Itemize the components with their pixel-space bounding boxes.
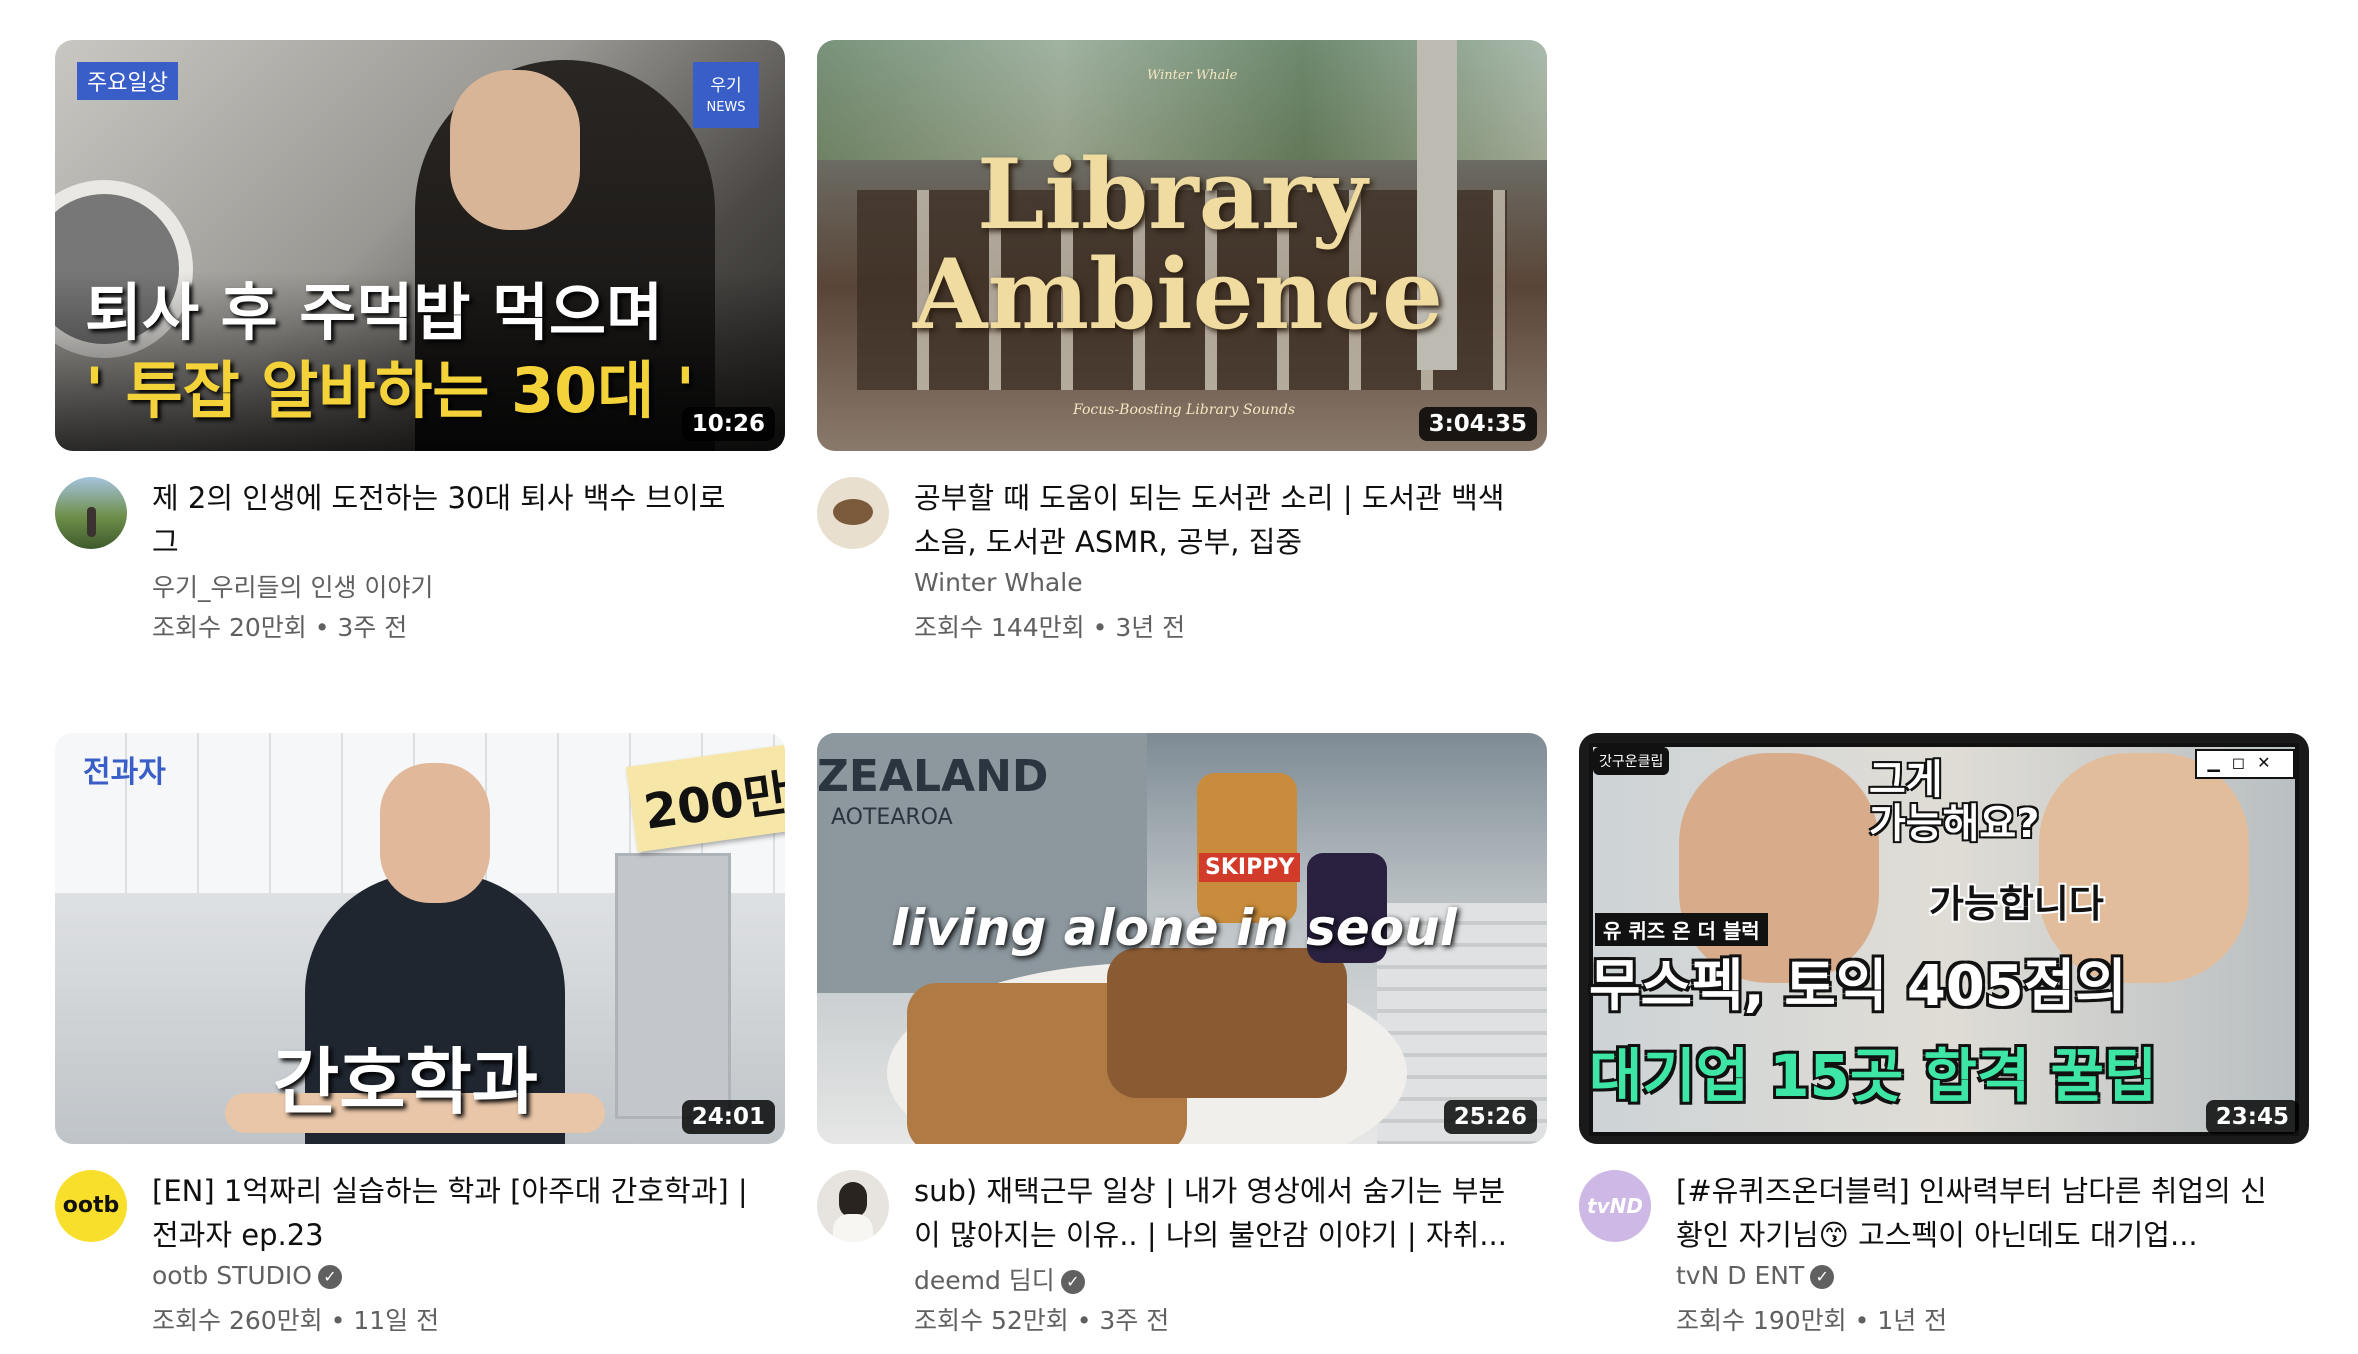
channel-name[interactable]: Winter Whale	[914, 568, 1083, 597]
channel-name[interactable]: 우기_우리들의 인생 이야기	[152, 568, 433, 604]
channel-avatar[interactable]: tvND	[1579, 1170, 1651, 1242]
video-thumbnail[interactable]: ZEALAND AOTEAROA SKIPPY living alone in …	[817, 733, 1547, 1144]
thumbnail-headline: 간호학과	[273, 1040, 538, 1124]
view-count: 조회수 52만회	[914, 1306, 1069, 1335]
show-logo: 전과자	[83, 755, 166, 790]
thumbnail-headline: Library	[977, 138, 1368, 251]
upload-age: 3년 전	[1115, 613, 1186, 642]
view-count: 조회수 144만회	[914, 613, 1085, 642]
video-title[interactable]: 제 2의 인생에 도전하는 30대 퇴사 백수 브이로그	[152, 476, 752, 564]
video-duration: 24:01	[681, 1100, 775, 1134]
video-title[interactable]: [#유퀴즈온더블럭] 인싸력부터 남다른 취업의 신 황인 자기님😙 고스펙이 …	[1676, 1169, 2276, 1257]
video-thumbnail[interactable]: Winter Whale Library Ambience Focus-Boos…	[817, 40, 1547, 451]
view-count: 조회수 190만회	[1676, 1306, 1847, 1335]
thumbnail-headline: 무스펙, 토익 405점의	[1589, 954, 2127, 1019]
avatar-whale	[833, 499, 873, 525]
person-face	[450, 70, 580, 230]
answer-text: 가능합니다	[1929, 882, 2104, 926]
channel-avatar[interactable]	[55, 477, 127, 549]
upload-age: 3주 전	[337, 613, 408, 642]
thumbnail-subheadline: 대기업 15곳 합격 꿀팁	[1589, 1042, 2158, 1110]
video-meta: 조회수 260만회 • 11일 전	[152, 1306, 440, 1335]
clip-badge: 갓구운클립	[1593, 747, 1670, 775]
channel-name[interactable]: tvN D ENT ✓	[1676, 1261, 1835, 1290]
channel-avatar[interactable]	[817, 1170, 889, 1242]
channel-logo: 우기 NEWS	[693, 62, 759, 128]
shirt-print: ZEALAND	[817, 751, 1049, 802]
video-duration: 23:45	[2205, 1100, 2299, 1134]
upload-age: 3주 전	[1099, 1306, 1170, 1335]
video-meta: 조회수 190만회 • 1년 전	[1676, 1306, 1948, 1335]
thumbnail-subheadline: Ambience	[913, 238, 1444, 351]
channel-name[interactable]: deemd 딤디 ✓	[914, 1261, 1085, 1297]
video-duration: 10:26	[681, 407, 775, 441]
video-meta: 조회수 144만회 • 3년 전	[914, 613, 1186, 642]
person-face	[380, 763, 490, 903]
thumbnail-caption: Focus-Boosting Library Sounds	[1073, 402, 1296, 418]
thumbnail-headline: living alone in seoul	[891, 899, 1457, 957]
category-badge: 주요일상	[77, 62, 178, 100]
thumbnail-subheadline: ' 투잡 알바하는 30대 '	[85, 354, 695, 427]
video-title[interactable]: sub) 재택근무 일상 | 내가 영상에서 숨기는 부분이 많아지는 이유..…	[914, 1169, 1514, 1257]
door	[615, 853, 731, 1119]
jar-label: SKIPPY	[1199, 853, 1301, 882]
thumbnail-watermark: Winter Whale	[1147, 68, 1238, 83]
avatar-face	[839, 1182, 867, 1218]
channel-name[interactable]: ootb STUDIO ✓	[152, 1261, 342, 1290]
avatar-person	[87, 507, 96, 537]
video-meta: 조회수 52만회 • 3주 전	[914, 1306, 1170, 1335]
window-controls: ▁◻✕	[2195, 749, 2295, 779]
video-title[interactable]: 공부할 때 도움이 되는 도서관 소리 | 도서관 백색소음, 도서관 ASMR…	[914, 476, 1514, 564]
shirt-print-sub: AOTEAROA	[831, 805, 953, 830]
video-meta: 조회수 20만회 • 3주 전	[152, 613, 408, 642]
video-thumbnail[interactable]: 주요일상 우기 NEWS 퇴사 후 주먹밥 먹으며 ' 투잡 알바하는 30대 …	[55, 40, 785, 451]
verified-check-icon: ✓	[1060, 1270, 1085, 1294]
thumbnail-headline: 퇴사 후 주먹밥 먹으며	[85, 276, 664, 349]
video-thumbnail[interactable]: 전과자 200만 간호학과 24:01	[55, 733, 785, 1144]
view-count: 조회수 260만회	[152, 1306, 323, 1335]
channel-avatar[interactable]: ootb	[55, 1170, 127, 1242]
video-thumbnail[interactable]: ▁◻✕ 갓구운클립 그게 가능해요? 가능합니다 유 퀴즈 온 더 블럭 무스펙…	[1579, 733, 2309, 1144]
video-title[interactable]: [EN] 1억짜리 실습하는 학과 [아주대 간호학과] | 전과자 ep.23	[152, 1169, 752, 1257]
verified-check-icon: ✓	[1810, 1265, 1835, 1289]
avatar-body	[833, 1214, 873, 1242]
video-duration: 3:04:35	[1418, 407, 1537, 441]
verified-check-icon: ✓	[317, 1265, 342, 1289]
channel-avatar[interactable]	[817, 477, 889, 549]
toast	[1107, 948, 1347, 1098]
upload-age: 1년 전	[1877, 1306, 1948, 1335]
upload-age: 11일 전	[353, 1306, 440, 1335]
view-count: 조회수 20만회	[152, 613, 307, 642]
video-duration: 25:26	[1443, 1100, 1537, 1134]
question-bubble-line2: 가능해요?	[1869, 801, 2040, 847]
